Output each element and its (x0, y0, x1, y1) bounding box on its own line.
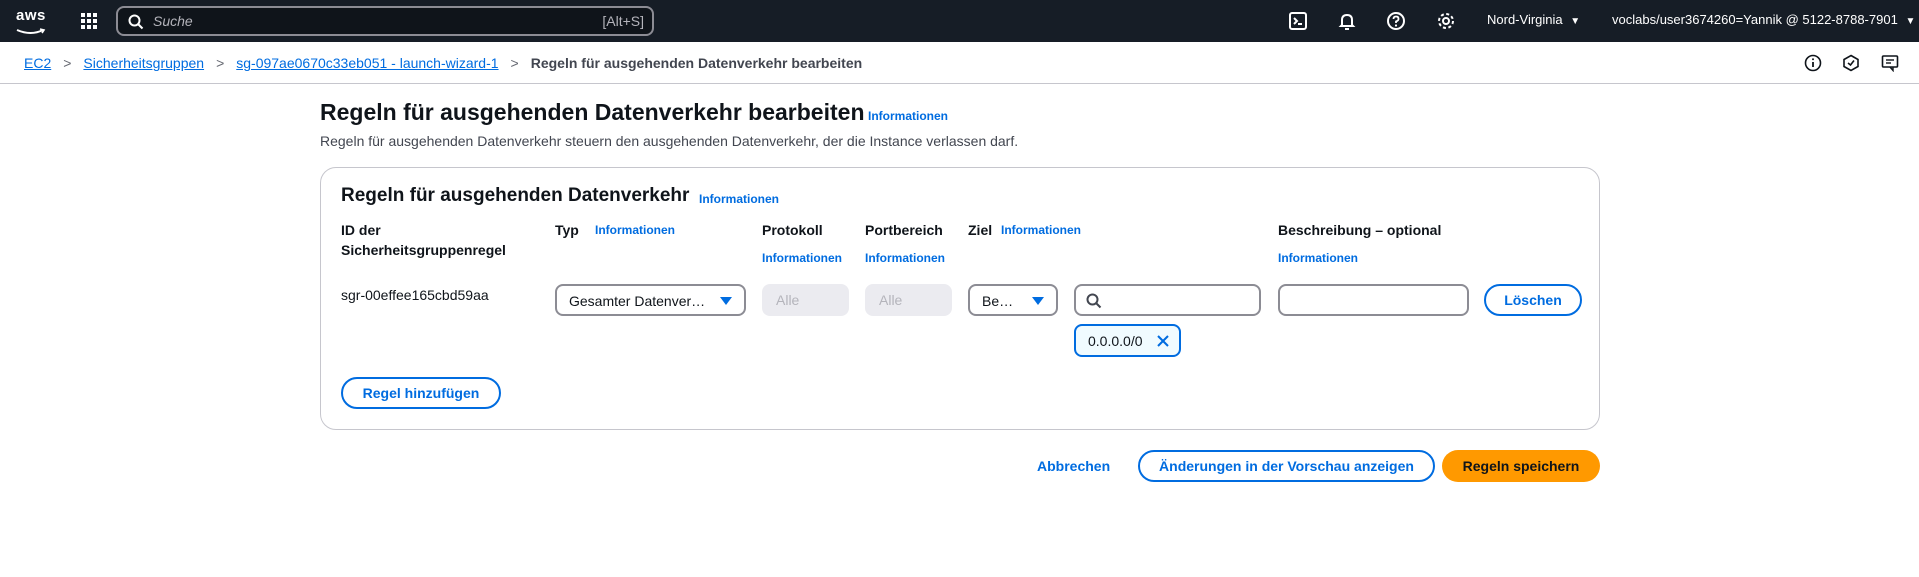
feedback-icon[interactable] (1881, 54, 1899, 72)
bell-icon[interactable] (1337, 11, 1357, 31)
destination-info-link[interactable]: Informationen (1001, 223, 1081, 237)
destination-search-input[interactable] (1074, 284, 1261, 316)
column-header-description: Beschreibung – optional (1278, 222, 1442, 238)
search-input[interactable]: Suche [Alt+S] (116, 6, 654, 36)
protocol-info-link[interactable]: Informationen (762, 251, 842, 265)
search-shortcut: [Alt+S] (602, 13, 644, 29)
save-rules-button[interactable]: Regeln speichern (1442, 450, 1600, 482)
panel-title: Regeln für ausgehenden Datenverkehr (341, 185, 690, 206)
destination-token-value: 0.0.0.0/0 (1088, 333, 1143, 349)
search-icon (1086, 293, 1102, 309)
port-range-info-link[interactable]: Informationen (865, 251, 945, 265)
column-header-protocol: Protokoll (762, 222, 823, 238)
caret-down-icon (720, 297, 732, 305)
aws-smile-icon (16, 28, 46, 34)
destination-select-value: Be… (982, 293, 1014, 309)
description-info-link[interactable]: Informationen (1278, 251, 1358, 265)
page-title: Regeln für ausgehenden Datenverkehr bear… (320, 99, 865, 125)
type-info-link[interactable]: Informationen (595, 223, 675, 237)
region-label: Nord-Virginia (1487, 12, 1563, 27)
caret-down-icon: ▼ (1570, 16, 1581, 27)
page-info-link[interactable]: Informationen (868, 109, 948, 123)
top-navigation: aws Suche [Alt+S] Nord-Virginia ▼ voclab… (0, 0, 1919, 42)
account-label: voclabs/user3674260=Yannik @ 5122-8788-7… (1612, 12, 1898, 27)
chevron-right-icon: > (216, 55, 225, 71)
add-rule-button[interactable]: Regel hinzufügen (341, 377, 501, 409)
column-header-type: Typ (555, 222, 579, 238)
help-icon[interactable] (1386, 11, 1406, 31)
breadcrumb-bar: EC2 > Sicherheitsgruppen > sg-097ae0670c… (0, 42, 1919, 84)
cancel-button[interactable]: Abbrechen (1037, 458, 1110, 474)
column-header-rule-id-line2: Sicherheitsgruppenregel (341, 242, 506, 258)
description-input[interactable] (1278, 284, 1469, 316)
recent-activity-icon[interactable] (1842, 54, 1860, 72)
region-selector[interactable]: Nord-Virginia ▼ (1487, 12, 1580, 27)
aws-logo[interactable]: aws (16, 8, 50, 34)
search-icon (128, 14, 144, 30)
info-icon[interactable] (1804, 54, 1822, 72)
column-header-rule-id: ID der Sicherheitsgruppenregel (341, 220, 506, 260)
breadcrumb-security-groups[interactable]: Sicherheitsgruppen (83, 55, 204, 71)
page-description: Regeln für ausgehenden Datenverkehr steu… (320, 133, 1019, 149)
type-select-value: Gesamter Datenver… (569, 293, 706, 309)
column-header-rule-id-line1: ID der (341, 222, 381, 238)
breadcrumb-current: Regeln für ausgehenden Datenverkehr bear… (530, 55, 863, 71)
destination-token: 0.0.0.0/0 (1074, 324, 1181, 357)
chevron-right-icon: > (510, 55, 519, 71)
type-select[interactable]: Gesamter Datenver… (555, 284, 746, 316)
caret-down-icon: ▼ (1905, 16, 1916, 27)
cloudshell-icon[interactable] (1288, 11, 1308, 31)
protocol-field: Alle (762, 284, 849, 316)
caret-down-icon (1032, 297, 1044, 305)
panel-info-link[interactable]: Informationen (699, 192, 779, 206)
services-grid-icon[interactable] (81, 13, 97, 29)
preview-changes-button[interactable]: Änderungen in der Vorschau anzeigen (1138, 450, 1435, 482)
aws-logo-text: aws (16, 7, 46, 24)
rule-id-value: sgr-00effee165cbd59aa (341, 287, 489, 303)
port-range-field: Alle (865, 284, 952, 316)
breadcrumb: EC2 > Sicherheitsgruppen > sg-097ae0670c… (24, 55, 862, 71)
column-header-destination: Ziel (968, 222, 993, 238)
chevron-right-icon: > (63, 55, 72, 71)
close-icon[interactable] (1155, 333, 1171, 349)
breadcrumb-security-group[interactable]: sg-097ae0670c33eb051 - launch-wizard-1 (236, 55, 498, 71)
destination-select[interactable]: Be… (968, 284, 1058, 316)
breadcrumb-ec2[interactable]: EC2 (24, 55, 51, 71)
account-menu[interactable]: voclabs/user3674260=Yannik @ 5122-8788-7… (1612, 12, 1915, 27)
gear-icon[interactable] (1436, 11, 1456, 31)
column-header-port-range: Portbereich (865, 222, 943, 238)
search-placeholder: Suche (153, 13, 193, 29)
delete-button[interactable]: Löschen (1484, 284, 1582, 316)
